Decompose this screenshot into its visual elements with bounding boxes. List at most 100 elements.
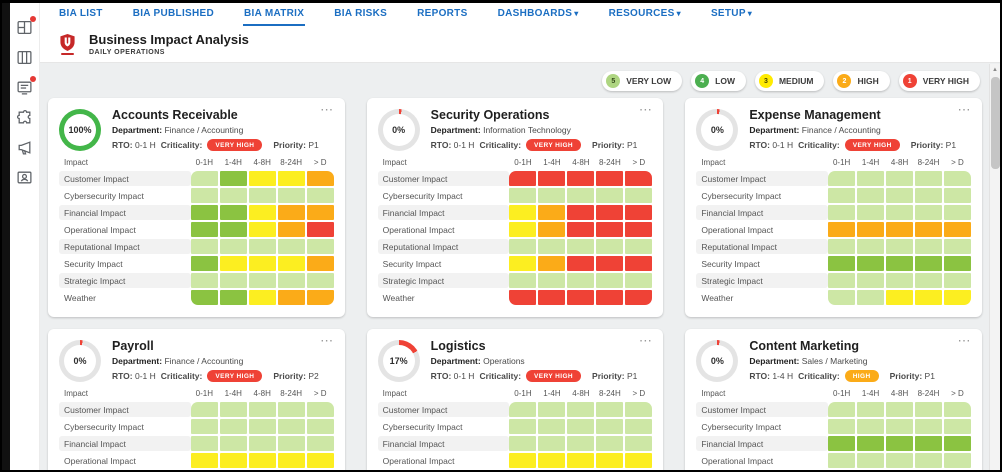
severity-cell-vl[interactable] [886, 239, 913, 254]
severity-cell-l[interactable] [191, 290, 218, 305]
severity-cell-vl[interactable] [307, 273, 334, 288]
severity-cell-vl[interactable] [828, 290, 855, 305]
severity-cell-vl[interactable] [857, 171, 884, 186]
severity-cell-vl[interactable] [307, 436, 334, 451]
severity-cell-vl[interactable] [915, 273, 942, 288]
severity-cell-vh[interactable] [509, 171, 536, 186]
severity-cell-h[interactable] [278, 290, 305, 305]
severity-cell-vl[interactable] [915, 419, 942, 434]
severity-cell-m[interactable] [249, 453, 276, 468]
severity-cell-vl[interactable] [191, 273, 218, 288]
severity-cell-h[interactable] [944, 222, 971, 237]
severity-cell-m[interactable] [509, 205, 536, 220]
severity-cell-m[interactable] [278, 171, 305, 186]
severity-cell-vl[interactable] [249, 188, 276, 203]
severity-cell-l[interactable] [857, 436, 884, 451]
severity-cell-m[interactable] [509, 453, 536, 468]
severity-cell-vl[interactable] [509, 436, 536, 451]
severity-cell-vl[interactable] [857, 290, 884, 305]
severity-cell-vl[interactable] [278, 239, 305, 254]
severity-cell-h[interactable] [538, 256, 565, 271]
severity-cell-l[interactable] [886, 256, 913, 271]
severity-cell-vl[interactable] [567, 402, 594, 417]
severity-cell-vl[interactable] [596, 188, 623, 203]
card-menu-button[interactable]: ⋯ [957, 102, 972, 118]
severity-cell-m[interactable] [944, 290, 971, 305]
severity-cell-m[interactable] [191, 453, 218, 468]
severity-cell-vl[interactable] [538, 188, 565, 203]
tab-reports[interactable]: REPORTS [416, 3, 468, 26]
severity-cell-vh[interactable] [567, 205, 594, 220]
tab-dashboards[interactable]: DASHBOARDS▾ [497, 3, 580, 26]
severity-cell-m[interactable] [509, 222, 536, 237]
card-menu-button[interactable]: ⋯ [320, 102, 335, 118]
severity-cell-h[interactable] [538, 205, 565, 220]
severity-cell-vl[interactable] [828, 188, 855, 203]
tab-bia-matrix[interactable]: BIA MATRIX [243, 3, 305, 26]
severity-cell-vl[interactable] [944, 402, 971, 417]
severity-cell-vh[interactable] [567, 171, 594, 186]
severity-cell-vl[interactable] [828, 453, 855, 468]
severity-cell-vh[interactable] [625, 171, 652, 186]
severity-cell-l[interactable] [191, 256, 218, 271]
severity-cell-m[interactable] [538, 453, 565, 468]
legend-pill-high[interactable]: 2HIGH [833, 71, 889, 91]
severity-cell-h[interactable] [307, 290, 334, 305]
severity-cell-l[interactable] [828, 256, 855, 271]
severity-cell-vl[interactable] [249, 273, 276, 288]
severity-cell-vl[interactable] [886, 402, 913, 417]
severity-cell-vl[interactable] [220, 188, 247, 203]
severity-cell-vh[interactable] [567, 256, 594, 271]
severity-cell-vl[interactable] [886, 171, 913, 186]
severity-cell-vl[interactable] [191, 188, 218, 203]
severity-cell-m[interactable] [249, 205, 276, 220]
severity-cell-vl[interactable] [828, 402, 855, 417]
severity-cell-vh[interactable] [596, 290, 623, 305]
severity-cell-vl[interactable] [944, 419, 971, 434]
card-menu-button[interactable]: ⋯ [957, 333, 972, 349]
severity-cell-h[interactable] [828, 222, 855, 237]
severity-cell-h[interactable] [915, 222, 942, 237]
severity-cell-vl[interactable] [567, 188, 594, 203]
severity-cell-vl[interactable] [886, 188, 913, 203]
severity-cell-h[interactable] [278, 222, 305, 237]
severity-cell-l[interactable] [915, 256, 942, 271]
severity-cell-vl[interactable] [509, 419, 536, 434]
severity-cell-h[interactable] [857, 222, 884, 237]
severity-cell-l[interactable] [944, 436, 971, 451]
severity-cell-l[interactable] [886, 436, 913, 451]
severity-cell-vl[interactable] [220, 436, 247, 451]
dashboard-icon[interactable] [16, 19, 33, 36]
severity-cell-vl[interactable] [915, 188, 942, 203]
legend-pill-medium[interactable]: 3MEDIUM [755, 71, 824, 91]
severity-cell-vl[interactable] [886, 419, 913, 434]
severity-cell-h[interactable] [278, 205, 305, 220]
severity-cell-m[interactable] [249, 290, 276, 305]
severity-cell-l[interactable] [220, 290, 247, 305]
severity-cell-vl[interactable] [191, 436, 218, 451]
severity-cell-h[interactable] [886, 222, 913, 237]
severity-cell-vl[interactable] [278, 273, 305, 288]
severity-cell-l[interactable] [944, 256, 971, 271]
severity-cell-vl[interactable] [915, 453, 942, 468]
severity-cell-vl[interactable] [857, 402, 884, 417]
severity-cell-vl[interactable] [828, 205, 855, 220]
severity-cell-vl[interactable] [538, 419, 565, 434]
severity-cell-vl[interactable] [307, 188, 334, 203]
severity-cell-m[interactable] [249, 256, 276, 271]
severity-cell-l[interactable] [191, 222, 218, 237]
severity-cell-vl[interactable] [567, 436, 594, 451]
severity-cell-vh[interactable] [596, 171, 623, 186]
severity-cell-vh[interactable] [567, 290, 594, 305]
severity-cell-vh[interactable] [625, 256, 652, 271]
severity-cell-vl[interactable] [538, 402, 565, 417]
tab-bia-published[interactable]: BIA PUBLISHED [132, 3, 215, 26]
severity-cell-m[interactable] [567, 453, 594, 468]
severity-cell-vl[interactable] [307, 239, 334, 254]
severity-cell-vl[interactable] [625, 402, 652, 417]
severity-cell-vl[interactable] [278, 188, 305, 203]
severity-cell-m[interactable] [915, 290, 942, 305]
severity-cell-m[interactable] [278, 256, 305, 271]
tab-resources[interactable]: RESOURCES▾ [608, 3, 682, 26]
severity-cell-vh[interactable] [567, 222, 594, 237]
